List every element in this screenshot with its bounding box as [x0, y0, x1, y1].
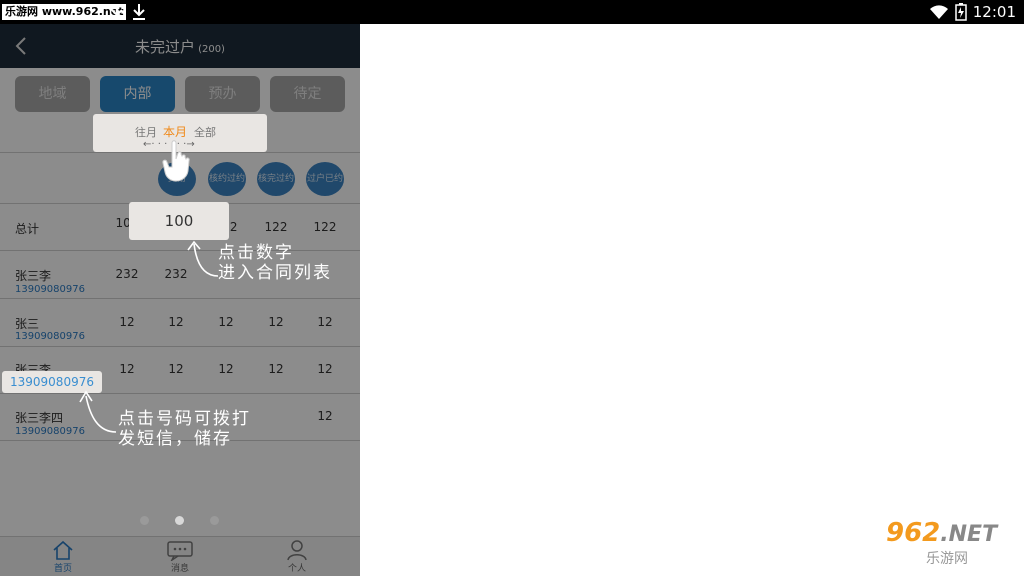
filter-option-all[interactable]: 全部 — [194, 124, 216, 140]
watermark-net: .NET — [940, 522, 998, 547]
hint-phone-line: 发短信，储存 — [118, 429, 232, 449]
page-dot[interactable] — [210, 516, 219, 525]
download-icon — [111, 4, 123, 20]
hint-phone-line: 点击号码可拨打 — [118, 409, 251, 429]
battery-icon — [955, 3, 967, 21]
curved-arrow-icon — [79, 390, 117, 433]
hint-number: 点击数字 进入合同列表 — [218, 243, 332, 283]
hint-number-line: 进入合同列表 — [218, 263, 332, 283]
status-bar: 乐游网 www.962.net 12:01 — [0, 0, 1024, 24]
curved-arrow-icon — [187, 240, 219, 277]
page-indicator — [140, 516, 220, 526]
watermark-logo: 962.NET — [886, 518, 1018, 548]
app-panel: 未完过户(200) 地域 内部 预办 待定 交易 核约过约 核完过约 过户已约 … — [0, 24, 360, 576]
number-highlight: 100 — [129, 202, 229, 240]
hint-number-line: 点击数字 — [218, 243, 294, 263]
page-dot[interactable] — [140, 516, 149, 525]
page-dot-active[interactable] — [175, 516, 184, 525]
filter-option-current[interactable]: 本月 — [163, 123, 187, 140]
watermark-text: 乐游网 — [926, 551, 968, 567]
wifi-icon — [929, 5, 948, 19]
hint-phone: 点击号码可拨打 发短信，储存 — [118, 409, 251, 449]
site-watermark: 962.NET 乐游网 — [886, 520, 1018, 570]
watermark-number: 962 — [886, 518, 941, 548]
swipe-hand-icon — [162, 140, 190, 182]
filter-option-past[interactable]: 往月 — [135, 124, 157, 140]
clock: 12:01 — [972, 3, 1016, 21]
download-icon — [133, 4, 145, 20]
tutorial-overlay[interactable]: 往月 本月 全部 ←· · · · · ·→ 100 点击数字 进入合同列表 1… — [0, 24, 360, 576]
